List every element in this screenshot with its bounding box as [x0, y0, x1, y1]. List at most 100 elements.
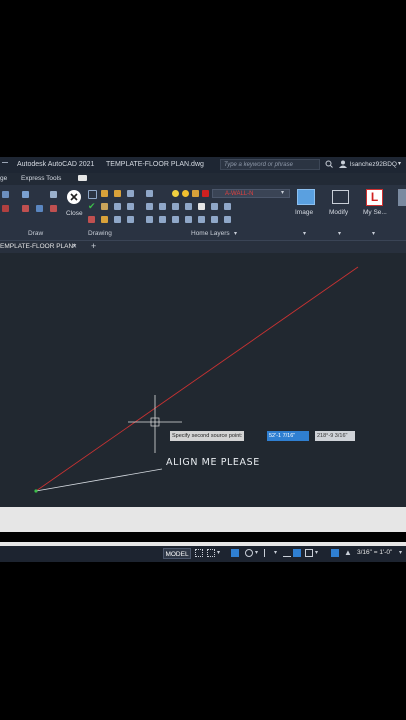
layer-tool-icon-11[interactable] [185, 216, 192, 223]
chevron-down-icon[interactable]: ▾ [398, 160, 401, 167]
layer-tool-icon-14[interactable] [224, 216, 231, 223]
layer-freeze-icon[interactable] [101, 190, 108, 197]
layer-previous-icon[interactable] [127, 216, 134, 223]
layer-lock-icon[interactable] [114, 190, 121, 197]
layer-copy-icon[interactable] [114, 216, 121, 223]
polyline-tool-icon[interactable] [2, 205, 9, 212]
annotation-scale[interactable]: 3/16" = 1'-0" [357, 549, 392, 556]
layer-tool-icon-13[interactable] [211, 216, 218, 223]
chevron-down-icon[interactable]: ▾ [338, 230, 341, 237]
app-title: Autodesk AutoCAD 2021 [17, 161, 95, 168]
check-icon[interactable]: ✔ [88, 202, 96, 211]
file-name: TEMPLATE-FLOOR PLAN.dwg [106, 161, 204, 168]
annotation-visibility-icon[interactable] [331, 549, 339, 557]
image-button[interactable]: Image ▾ [294, 187, 318, 237]
chevron-down-icon[interactable]: ▾ [399, 549, 402, 556]
command-line[interactable] [0, 507, 406, 532]
region-tool-icon[interactable] [50, 205, 57, 212]
layer-tool-icon-8[interactable] [146, 216, 153, 223]
lineweight-icon[interactable] [305, 549, 313, 557]
my-settings-button[interactable]: L My Se... ▾ [361, 187, 389, 237]
hatch-tool-icon[interactable] [22, 205, 29, 212]
canvas-geometry [34, 266, 359, 493]
search-icon[interactable] [325, 160, 333, 170]
title-bar: Autodesk AutoCAD 2021 TEMPLATE-FLOOR PLA… [0, 157, 406, 173]
snap-icon[interactable] [207, 549, 215, 557]
layer-state-icon[interactable] [127, 190, 134, 197]
draw-panel-label[interactable]: Draw [28, 230, 43, 237]
layer-tool-icon-9[interactable] [159, 216, 166, 223]
drawing-panel-label[interactable]: Drawing [88, 230, 112, 237]
dynamic-input-distance[interactable]: 52'-1 7/16" [267, 431, 309, 441]
ribbon-partial-button[interactable] [398, 189, 406, 206]
user-name[interactable]: lsanchez92BDQ [350, 161, 397, 168]
chevron-down-icon[interactable]: ▾ [315, 549, 318, 556]
layer-dropdown[interactable]: A-WALL-N [212, 189, 290, 198]
image-label: Image [295, 209, 314, 216]
rectangle-tool-icon[interactable] [36, 205, 43, 212]
chevron-down-icon[interactable]: ▾ [281, 189, 284, 196]
file-tab[interactable]: EMPLATE-FLOOR PLAN* [0, 243, 76, 250]
layer-tool-icon-12[interactable] [198, 216, 205, 223]
object-snap-tracking-icon[interactable] [283, 549, 291, 557]
home-layers-panel-label[interactable]: Home Layers [191, 230, 230, 237]
tab-express-tools[interactable]: Express Tools [21, 175, 61, 182]
autodesk-logo-icon: L [366, 189, 383, 206]
chevron-down-icon[interactable]: ▾ [274, 549, 277, 556]
lightbulb-icon[interactable] [172, 190, 179, 197]
ribbon: Draw Close ✔ Drawing A-WALL-N ▾ Home Lay… [0, 185, 406, 241]
layer-merge-icon[interactable] [88, 216, 95, 223]
grid-icon[interactable] [195, 549, 203, 557]
ribbon-tabs: ge Express Tools [0, 173, 406, 185]
chevron-down-icon[interactable]: ▾ [255, 549, 258, 556]
layer-tool-icon-4[interactable] [185, 203, 192, 210]
search-input[interactable]: Type a keyword or phrase [220, 159, 320, 170]
color-swatch-icon[interactable] [202, 190, 209, 197]
image-icon [297, 189, 315, 205]
layer-tool-icon-10[interactable] [172, 216, 179, 223]
isodraft-icon[interactable] [264, 549, 272, 557]
ribbon-toggle-icon[interactable] [78, 175, 87, 181]
layer-tool-icon-1[interactable] [146, 203, 153, 210]
drawing-annotation-text: ALIGN ME PLEASE [166, 457, 260, 468]
user-icon[interactable] [339, 160, 347, 170]
chevron-down-icon[interactable]: ▾ [372, 230, 375, 237]
object-snap-icon[interactable] [293, 549, 301, 557]
layer-tool-icon-3[interactable] [172, 203, 179, 210]
chevron-down-icon[interactable]: ▾ [217, 549, 220, 556]
tab-manage[interactable]: ge [0, 175, 7, 182]
drawn-line [35, 468, 163, 492]
layer-off-icon[interactable] [88, 190, 97, 199]
modify-label: Modify [329, 209, 349, 216]
line-tool-icon[interactable] [2, 191, 9, 198]
layer-walk-icon[interactable] [127, 203, 134, 210]
chevron-down-icon[interactable]: ▾ [303, 230, 306, 237]
annotation-scale-icon[interactable]: ▲ [344, 549, 352, 557]
status-bar: MODEL ▾ ▾ ▾ ▾ ▲ 3/16" = 1'-0" ▾ [0, 546, 406, 562]
lock-icon[interactable] [192, 190, 199, 197]
polar-icon[interactable] [245, 549, 253, 557]
model-button[interactable]: MODEL [163, 548, 191, 559]
layer-tool-icon-6[interactable] [211, 203, 218, 210]
arc-tool-icon[interactable] [50, 191, 57, 198]
dynamic-input-angle[interactable]: 218°-9 3/16" [315, 431, 355, 441]
modify-button[interactable]: Modify ▾ [327, 187, 355, 237]
layer-delete-icon[interactable] [101, 216, 108, 223]
ortho-icon[interactable] [231, 549, 239, 557]
chevron-down-icon[interactable]: ▾ [234, 230, 237, 237]
layer-tool-icon-7[interactable] [224, 203, 231, 210]
file-tabs: EMPLATE-FLOOR PLAN* ✕ + [0, 241, 406, 253]
layer-tool-icon-5[interactable] [198, 203, 205, 210]
file-tab-close-icon[interactable]: ✕ [72, 243, 77, 250]
circle-tool-icon[interactable] [22, 191, 29, 198]
sun-icon[interactable] [182, 190, 189, 197]
close-icon [67, 190, 81, 204]
layer-tool-icon-2[interactable] [159, 203, 166, 210]
drawing-canvas[interactable] [0, 253, 406, 507]
app-menu-icon[interactable] [2, 162, 8, 163]
layer-iso-icon[interactable] [114, 203, 121, 210]
close-button[interactable]: Close [64, 189, 84, 219]
new-tab-button[interactable]: + [91, 241, 96, 251]
layer-properties-icon[interactable] [146, 190, 153, 197]
match-properties-icon[interactable] [101, 203, 108, 210]
